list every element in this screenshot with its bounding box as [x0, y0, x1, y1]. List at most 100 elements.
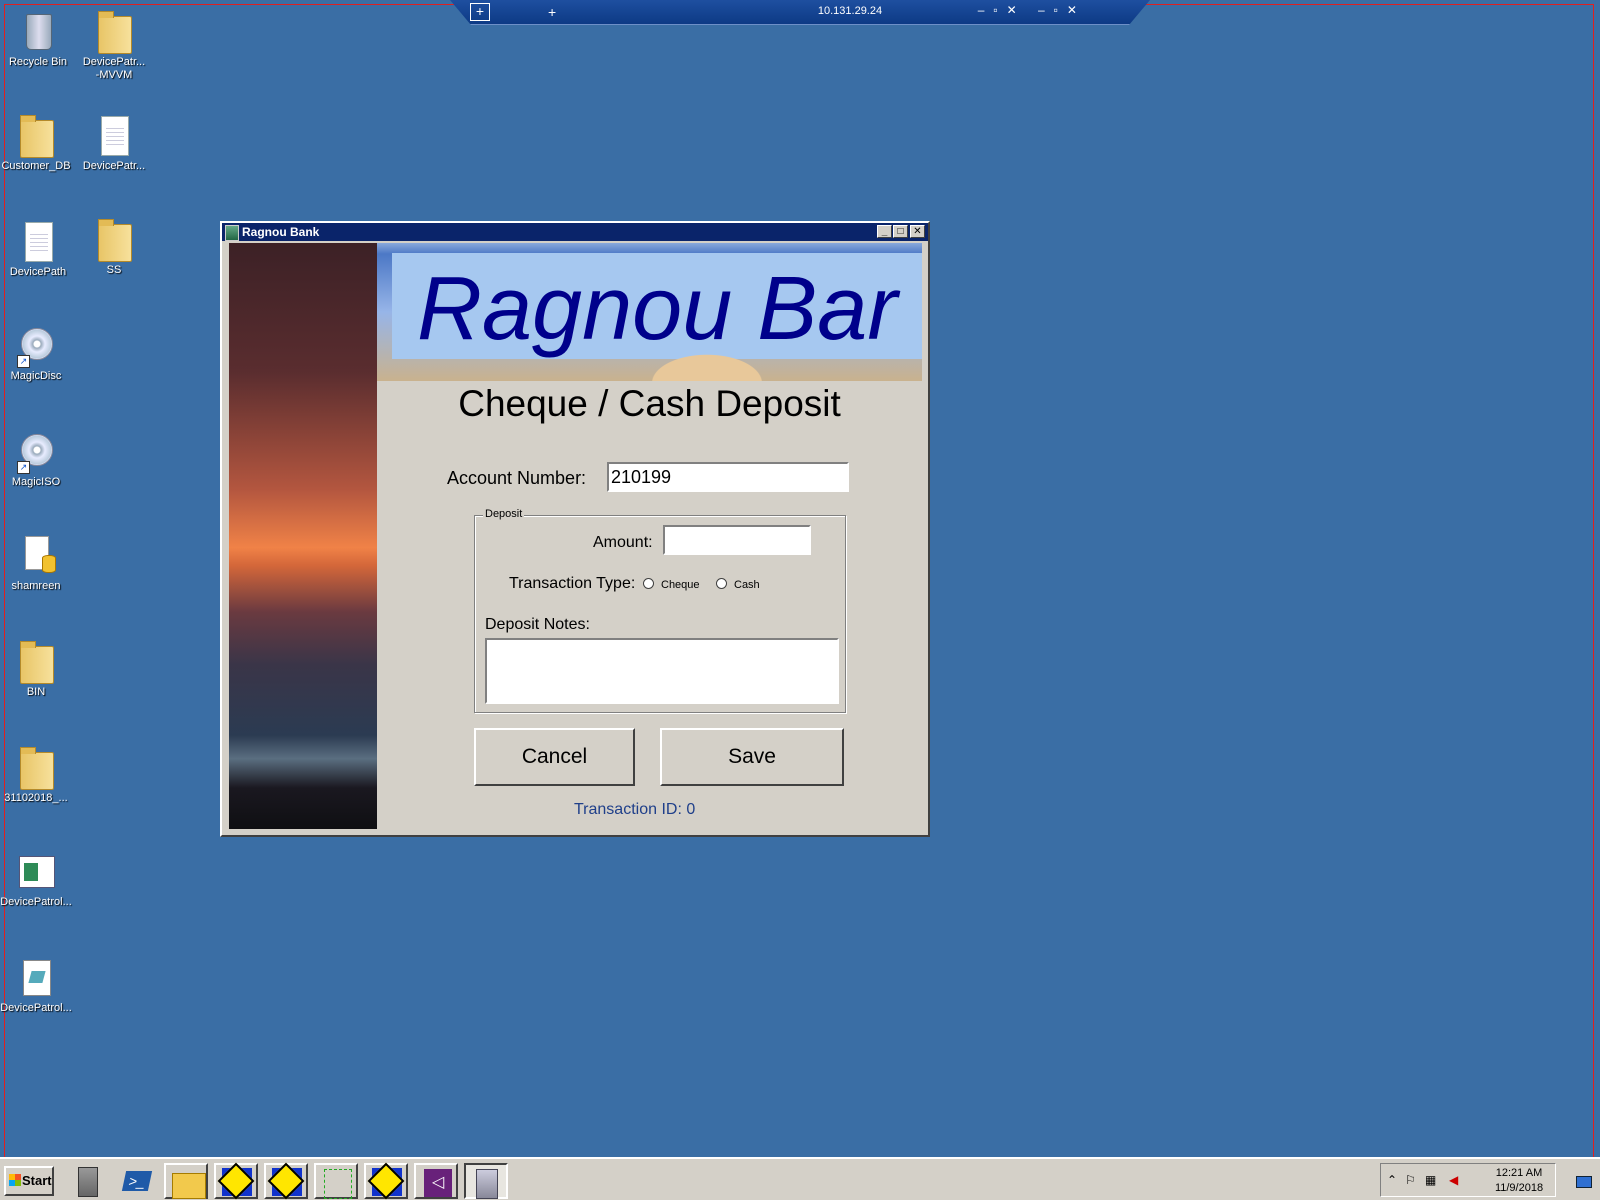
radio-cheque[interactable] — [643, 578, 654, 589]
visual-studio-icon: ◁ — [424, 1169, 452, 1197]
powershell-icon: >_ — [121, 1171, 153, 1191]
desktop-icon-label: Customer_DB — [1, 160, 71, 172]
clock[interactable]: 12:21 AM 11/9/2018 — [1489, 1166, 1549, 1196]
taskbar-powershell[interactable]: >_ — [116, 1163, 160, 1199]
transaction-id-label: Transaction ID: — [574, 801, 682, 818]
folder-icon — [98, 219, 132, 262]
folder-icon — [98, 11, 132, 54]
volume-muted-icon[interactable]: ◀ — [1449, 1173, 1458, 1187]
tools-icon — [324, 1169, 352, 1199]
shortcut-arrow-icon: ↗ — [17, 461, 30, 474]
maximize-button[interactable]: □ — [893, 225, 908, 238]
transaction-id: Transaction ID: 0 — [574, 801, 695, 819]
account-number-input[interactable] — [607, 462, 849, 492]
desktop-icon-label: SS — [106, 264, 122, 276]
rdp-host-address: 10.131.29.24 — [817, 5, 883, 17]
save-button[interactable]: Save — [660, 728, 844, 786]
radio-cash-label[interactable]: Cash — [734, 579, 760, 591]
desktop-icon-label: MagicISO — [11, 476, 61, 488]
desktop-icon-label: Recycle Bin — [8, 56, 68, 68]
transaction-id-value: 0 — [686, 801, 696, 818]
shortcut-arrow-icon: ↗ — [17, 355, 30, 368]
file-icon — [23, 960, 51, 996]
desktop-icon-devicepatrol-file[interactable]: DevicePatrol... — [0, 954, 72, 1015]
system-tray: ⌃ ⚐ ▦ ◀ 12:21 AM 11/9/2018 — [1380, 1163, 1556, 1197]
desktop-icon-label: shamreen — [11, 580, 61, 592]
taskbar-app-3[interactable] — [364, 1162, 408, 1200]
database-file-icon — [25, 536, 56, 573]
network-icon[interactable]: ▦ — [1425, 1173, 1436, 1187]
pin-icon-secondary[interactable]: + — [548, 4, 556, 20]
windows-logo-icon — [9, 1174, 21, 1186]
desktop-icon-ss[interactable]: SS — [78, 216, 150, 277]
amount-input[interactable] — [663, 525, 811, 555]
desktop-icon-label: MagicDisc — [10, 370, 62, 382]
file-explorer-icon — [172, 1173, 206, 1199]
desktop-icon-magicdisc[interactable]: ↗ MagicDisc — [0, 322, 72, 383]
rdp-window-controls[interactable]: –▫✕ –▫✕ — [978, 3, 1086, 17]
desktop-icon-label: DevicePatrol... — [0, 1002, 72, 1014]
desktop-icon-label: BIN — [26, 686, 46, 698]
minimize-button[interactable]: _ — [877, 225, 892, 238]
ragnou-bank-window: Ragnou Bank _ □ ✕ Ragnou Bar Cheque / Ca… — [220, 221, 930, 837]
deposit-notes-label: Deposit Notes: — [485, 616, 590, 633]
close-button[interactable]: ✕ — [910, 225, 925, 238]
deposit-legend: Deposit — [483, 508, 525, 520]
desktop-icon-label: DevicePatr... — [82, 160, 146, 172]
window-title: Ragnou Bank — [242, 225, 320, 239]
bank-banner: Ragnou Bar — [377, 243, 922, 381]
server-manager-icon — [78, 1167, 98, 1197]
taskbar-app-2[interactable] — [264, 1162, 308, 1200]
recycle-bin-icon — [26, 14, 52, 50]
clock-time: 12:21 AM — [1495, 1167, 1543, 1179]
desktop-icon-devicepatr-mvvm[interactable]: DevicePatr... -MVVM — [78, 8, 150, 82]
cancel-button[interactable]: Cancel — [474, 728, 635, 786]
ragnou-bank-app-icon — [476, 1169, 498, 1199]
folder-icon — [20, 641, 54, 684]
radio-cheque-label[interactable]: Cheque — [661, 579, 700, 591]
desktop-icon-magiciso[interactable]: ↗ MagicISO — [0, 428, 72, 489]
deposit-notes-textarea[interactable] — [485, 638, 839, 704]
desktop-icon-customer-db[interactable]: Customer_DB — [0, 112, 72, 173]
clock-date: 11/9/2018 — [1494, 1182, 1544, 1194]
desktop-icon-label: 31102018_... — [4, 792, 68, 804]
application-icon — [19, 856, 55, 888]
text-document-icon — [101, 116, 129, 156]
banner-dune-image — [637, 347, 777, 381]
desktop-icon-label: DevicePath — [9, 266, 67, 278]
desktop-icon-shamreen[interactable]: shamreen — [0, 532, 72, 593]
desktop-icon-recycle-bin[interactable]: Recycle Bin — [2, 8, 74, 69]
desktop-icon-label: DevicePatrol... — [0, 896, 72, 908]
banner-title: Ragnou Bar — [417, 259, 898, 359]
window-title-bar[interactable]: Ragnou Bank _ □ ✕ — [222, 223, 928, 241]
radio-cash[interactable] — [716, 578, 727, 589]
desktop-icon-devicepatrol-app[interactable]: DevicePatrol... — [0, 848, 72, 909]
taskbar-server-manager[interactable] — [66, 1163, 110, 1199]
amount-label: Amount: — [593, 534, 653, 551]
show-desktop-button[interactable] — [1562, 1163, 1598, 1197]
desktop-icon-31102018[interactable]: 31102018_... — [0, 744, 72, 805]
app-icon — [225, 225, 239, 241]
action-center-flag-icon[interactable]: ⚐ — [1405, 1173, 1416, 1187]
taskbar: Start >_ ◁ ⌃ ⚐ ▦ ◀ 12:21 AM 11/9/2018 — [0, 1157, 1600, 1200]
taskbar-visual-studio[interactable]: ◁ — [414, 1163, 458, 1199]
folder-icon — [20, 115, 54, 158]
folder-icon — [20, 747, 54, 790]
desktop-icon-devicepatr-doc[interactable]: DevicePatr... — [78, 112, 150, 173]
taskbar-file-explorer[interactable] — [164, 1163, 208, 1199]
start-button[interactable]: Start — [4, 1166, 54, 1196]
desktop-icon-bin[interactable]: BIN — [0, 638, 72, 699]
show-hidden-icons-icon[interactable]: ⌃ — [1387, 1173, 1397, 1187]
desktop-icon-devicepath[interactable]: DevicePath — [2, 218, 74, 279]
taskbar-tools[interactable] — [314, 1163, 358, 1199]
deposit-groupbox: Deposit Amount: Transaction Type: Cheque… — [474, 508, 846, 713]
pin-icon[interactable]: + — [470, 3, 490, 21]
rdp-connection-bar: + + 10.131.29.24 –▫✕ –▫✕ — [450, 0, 1150, 25]
form-title: Cheque / Cash Deposit — [458, 383, 841, 424]
taskbar-ragnou-bank[interactable] — [464, 1163, 508, 1199]
start-label: Start — [22, 1173, 52, 1188]
desktop-icon-label: DevicePatr... -MVVM — [82, 56, 146, 81]
account-number-label: Account Number: — [447, 468, 587, 488]
sunset-side-image — [229, 243, 377, 829]
taskbar-app-1[interactable] — [214, 1162, 258, 1200]
